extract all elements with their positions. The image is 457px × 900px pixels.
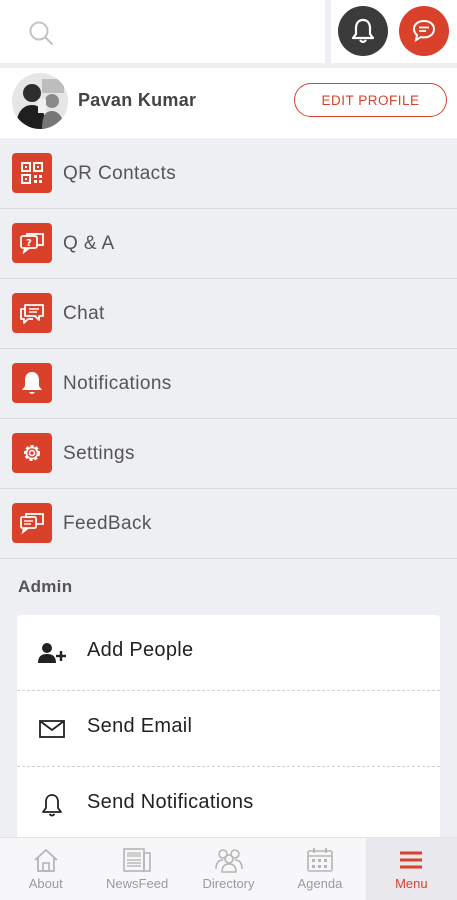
add-person-icon bbox=[37, 639, 67, 667]
nav-item-menu[interactable]: Menu bbox=[365, 838, 457, 900]
menu-item-settings[interactable]: Settings bbox=[0, 419, 457, 489]
chat-bubble-icon bbox=[412, 19, 436, 43]
admin-item-add-people[interactable]: Add People bbox=[17, 615, 440, 691]
notifications-button[interactable] bbox=[338, 6, 388, 56]
admin-section-title: Admin bbox=[18, 577, 73, 596]
avatar[interactable] bbox=[12, 73, 68, 129]
question-chat-icon: ? bbox=[12, 223, 52, 263]
top-actions bbox=[331, 0, 457, 63]
menu-item-chat[interactable]: Chat bbox=[0, 279, 457, 349]
newspaper-icon bbox=[123, 848, 151, 872]
messages-button[interactable] bbox=[399, 6, 449, 56]
menu-item-label: Q & A bbox=[63, 232, 115, 254]
nav-item-newsfeed[interactable]: NewsFeed bbox=[91, 838, 182, 900]
nav-label: NewsFeed bbox=[106, 876, 169, 891]
menu-item-feedback[interactable]: FeedBack bbox=[0, 489, 457, 559]
admin-item-label: Send Email bbox=[87, 715, 193, 737]
nav-item-about[interactable]: About bbox=[0, 838, 91, 900]
home-icon bbox=[34, 849, 58, 872]
menu-item-label: Chat bbox=[63, 302, 105, 324]
menu-item-label: Settings bbox=[63, 442, 135, 464]
menu-item-qr-contacts[interactable]: QR Contacts bbox=[0, 139, 457, 209]
gear-icon bbox=[12, 433, 52, 473]
bottom-nav: About NewsFeed Directory Agenda Menu bbox=[0, 837, 457, 900]
nav-label: About bbox=[28, 876, 63, 891]
people-icon bbox=[214, 849, 243, 873]
bell-outline-icon bbox=[37, 791, 67, 819]
chat-bubbles-icon bbox=[12, 293, 52, 333]
menu-item-qa[interactable]: ? Q & A bbox=[0, 209, 457, 279]
menu-item-notifications[interactable]: Notifications bbox=[0, 349, 457, 419]
nav-item-agenda[interactable]: Agenda bbox=[274, 838, 365, 900]
feedback-icon bbox=[12, 503, 52, 543]
search-icon[interactable] bbox=[28, 20, 54, 46]
search-box[interactable] bbox=[0, 0, 325, 63]
admin-item-label: Add People bbox=[87, 639, 194, 661]
profile-name: Pavan Kumar bbox=[78, 90, 197, 110]
edit-profile-button[interactable]: EDIT PROFILE bbox=[294, 83, 447, 117]
bell-icon bbox=[351, 18, 375, 44]
admin-card: Add People Send Email Send Notifications bbox=[17, 615, 440, 845]
nav-label: Directory bbox=[202, 876, 255, 891]
nav-label: Menu bbox=[395, 876, 428, 891]
hamburger-icon bbox=[400, 851, 423, 869]
envelope-icon bbox=[37, 715, 67, 743]
top-bar bbox=[0, 0, 457, 63]
nav-label: Agenda bbox=[297, 876, 343, 891]
menu-item-label: FeedBack bbox=[63, 512, 152, 534]
menu-list: QR Contacts ? Q & A Chat Notifications S… bbox=[0, 139, 457, 559]
svg-text:?: ? bbox=[26, 238, 32, 249]
admin-item-label: Send Notifications bbox=[87, 791, 254, 813]
qr-code-icon bbox=[12, 153, 52, 193]
admin-item-send-notifications[interactable]: Send Notifications bbox=[17, 767, 440, 843]
calendar-icon bbox=[307, 848, 333, 872]
bell-icon bbox=[12, 363, 52, 403]
nav-item-directory[interactable]: Directory bbox=[183, 838, 274, 900]
admin-item-send-email[interactable]: Send Email bbox=[17, 691, 440, 767]
menu-item-label: Notifications bbox=[63, 372, 172, 394]
profile-row: Pavan Kumar EDIT PROFILE bbox=[0, 68, 457, 138]
menu-item-label: QR Contacts bbox=[63, 162, 177, 184]
